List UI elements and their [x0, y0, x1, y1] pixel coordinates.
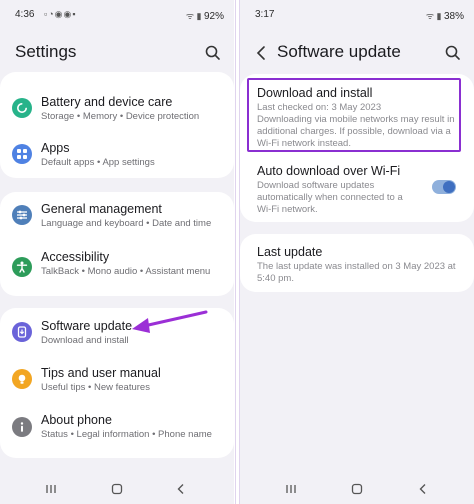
status-bar: 3:17 ᯤ ▮ 38%	[240, 0, 474, 28]
last-update-title: Last update	[257, 245, 323, 259]
settings-card-1: Battery and device care Storage • Memory…	[0, 72, 234, 178]
apps-grid-icon	[12, 144, 32, 164]
settings-card-2: General management Language and keyboard…	[0, 192, 234, 296]
item-title: Apps	[41, 141, 70, 155]
battery-percent: 38%	[443, 11, 464, 22]
search-icon[interactable]	[442, 42, 464, 64]
page-title: Settings	[15, 42, 77, 61]
home-icon[interactable]	[110, 482, 124, 496]
item-subtitle: Storage • Memory • Device protection	[41, 111, 200, 122]
recents-icon[interactable]	[44, 482, 58, 496]
signal-icon: ᯤ ▮	[425, 11, 444, 21]
battery-care-icon	[12, 98, 32, 118]
divider-line	[235, 0, 236, 504]
back-nav-icon[interactable]	[174, 482, 188, 496]
toggle-knob	[443, 181, 455, 193]
settings-item-battery[interactable]: Battery and device care Storage • Memory…	[0, 72, 234, 128]
auto-download-title: Auto download over Wi-Fi	[257, 164, 401, 178]
settings-item-general-management[interactable]: General management Language and keyboard…	[0, 192, 234, 238]
accessibility-person-icon	[12, 257, 32, 277]
item-title: Accessibility	[41, 250, 110, 264]
auto-download-description: Download software updates automatically …	[257, 180, 403, 215]
signal-icon: ᯤ ▮	[185, 11, 204, 21]
item-title: Tips and user manual	[41, 366, 161, 380]
item-subtitle: Status • Legal information • Phone name	[41, 429, 212, 440]
status-time: 4:36	[15, 9, 35, 20]
notification-icons: ▫◔◉◉▪	[44, 9, 77, 19]
settings-screen: 4:36 ▫◔◉◉▪ ᯤ ▮ 92% Settings Battery and …	[0, 0, 234, 504]
nav-bar	[240, 474, 474, 504]
settings-item-accessibility[interactable]: Accessibility TalkBack • Mono audio • As…	[0, 240, 234, 296]
item-subtitle: Default apps • App settings	[41, 157, 155, 168]
status-right: ᯤ ▮ 38%	[426, 9, 464, 22]
settings-item-apps[interactable]: Apps Default apps • App settings	[0, 130, 234, 176]
sliders-icon	[12, 205, 32, 225]
item-title: About phone	[41, 413, 112, 427]
back-nav-icon[interactable]	[416, 482, 430, 496]
nav-bar	[0, 474, 234, 504]
settings-item-about-phone[interactable]: About phone Status • Legal information •…	[0, 404, 234, 458]
status-bar: 4:36 ▫◔◉◉▪ ᯤ ▮ 92%	[0, 0, 234, 28]
status-right: ᯤ ▮ 92%	[186, 9, 224, 22]
recents-icon[interactable]	[284, 482, 298, 496]
item-subtitle: Language and keyboard • Date and time	[41, 218, 212, 229]
item-title: General management	[41, 202, 162, 216]
settings-item-tips[interactable]: Tips and user manual Useful tips • New f…	[0, 356, 234, 402]
item-subtitle: Download and install	[41, 335, 129, 346]
item-subtitle: Useful tips • New features	[41, 382, 150, 393]
item-subtitle: TalkBack • Mono audio • Assistant menu	[41, 266, 211, 277]
battery-percent: 92%	[203, 11, 224, 22]
highlight-box	[247, 78, 461, 152]
last-update-card[interactable]: Last update The last update was installe…	[240, 234, 474, 292]
back-icon[interactable]	[253, 42, 269, 64]
status-time: 3:17	[255, 9, 275, 20]
annotation-arrow	[132, 310, 208, 333]
info-icon	[12, 417, 32, 437]
auto-download-toggle[interactable]	[432, 180, 456, 194]
page-title: Software update	[277, 42, 401, 61]
item-title: Battery and device care	[41, 95, 173, 109]
search-icon[interactable]	[202, 42, 224, 64]
software-update-icon	[12, 322, 32, 342]
item-title: Software update	[41, 319, 133, 333]
lightbulb-icon	[12, 369, 32, 389]
home-icon[interactable]	[350, 482, 364, 496]
last-update-text: The last update was installed on 3 May 2…	[257, 261, 456, 284]
software-update-screen: 3:17 ᯤ ▮ 38% Software update Download an…	[240, 0, 474, 504]
